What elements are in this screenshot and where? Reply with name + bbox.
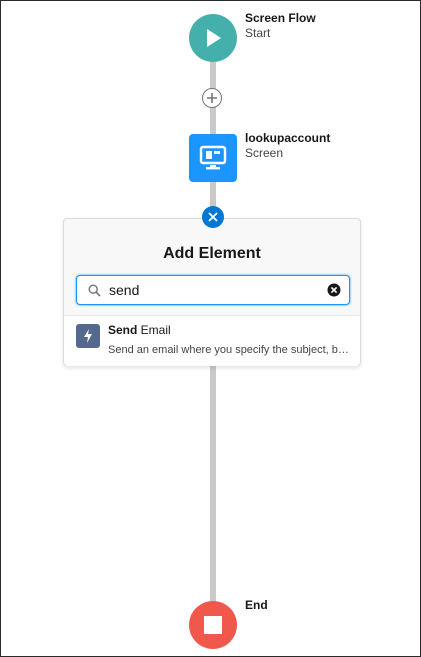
start-node-title: Screen Flow <box>245 11 316 25</box>
result-title: Send Email <box>108 323 171 337</box>
end-node[interactable] <box>189 601 237 649</box>
monitor-icon <box>199 145 227 170</box>
lightning-icon <box>76 324 100 348</box>
start-node-label: Screen Flow Start <box>245 11 316 41</box>
close-icon <box>208 212 218 222</box>
screen-node-title: lookupaccount <box>245 131 331 145</box>
clear-icon[interactable] <box>327 283 341 297</box>
screen-node[interactable] <box>189 134 237 182</box>
result-description: Send an email where you specify the subj… <box>108 344 352 356</box>
search-input[interactable] <box>109 281 319 299</box>
result-title-rest: Email <box>137 323 171 337</box>
add-element-button[interactable] <box>202 88 222 108</box>
close-add-element-button[interactable] <box>202 206 224 228</box>
result-title-match: Send <box>108 323 138 337</box>
stop-icon <box>204 616 222 634</box>
end-node-title: End <box>245 598 268 612</box>
start-node[interactable] <box>189 14 237 62</box>
flow-canvas: Screen Flow Start lookupaccount Screen A… <box>0 0 421 657</box>
start-node-subtitle: Start <box>245 26 271 40</box>
search-icon <box>88 284 101 297</box>
search-box[interactable] <box>76 275 350 305</box>
screen-node-subtitle: Screen <box>245 146 284 160</box>
panel-title: Add Element <box>163 245 261 262</box>
add-element-panel: Add Element Send Email Send an email whe… <box>63 218 361 366</box>
result-send-email[interactable]: Send Email Send an email where you speci… <box>64 316 360 366</box>
end-node-label: End <box>245 598 268 613</box>
play-icon <box>207 29 221 47</box>
screen-node-label: lookupaccount Screen <box>245 131 330 161</box>
plus-icon <box>207 93 217 103</box>
